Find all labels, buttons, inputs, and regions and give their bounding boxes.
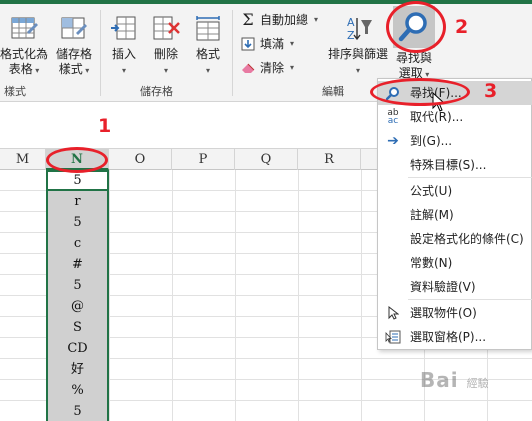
table-cell[interactable]: 5 xyxy=(46,212,109,233)
menu-item-label: 特殊目標(S)... xyxy=(410,158,487,172)
autosum-label: 自動加總 xyxy=(260,13,309,27)
menu-item-conditional-formatting[interactable]: 設定格式化的條件(C) xyxy=(378,227,532,251)
format-cells-icon xyxy=(196,16,220,41)
find-select-menu: 尋找(F)... ab ac 取代(R)... ➔ 到(G)... 特殊目標(S)… xyxy=(377,78,532,350)
menu-item-label: 註解(M) xyxy=(410,208,454,222)
sort-filter-icon: A Z xyxy=(347,16,372,42)
table-cell[interactable]: @ xyxy=(46,296,109,317)
replace-icon: ab ac xyxy=(387,108,399,126)
table-cell[interactable]: # xyxy=(46,254,109,275)
menu-item-go-to-special[interactable]: 特殊目標(S)... xyxy=(378,153,532,177)
table-cell[interactable]: S xyxy=(46,317,109,338)
table-cell[interactable]: 5 xyxy=(46,275,109,296)
column-header-o[interactable]: O xyxy=(109,149,172,170)
insert-button[interactable]: 插入 ▾ xyxy=(106,14,142,78)
annotation-number-1: 1 xyxy=(98,115,112,137)
cell-styles-icon xyxy=(61,17,87,39)
chevron-down-icon: ▾ xyxy=(355,66,360,75)
cells-group-label: 儲存格 xyxy=(140,85,173,98)
svg-text:A: A xyxy=(347,16,355,29)
menu-item-selection-pane[interactable]: 選取窗格(P)... xyxy=(378,325,532,349)
menu-item-label: 取代(R)... xyxy=(410,110,464,124)
group-divider xyxy=(100,10,101,96)
watermark-subtext: 經驗 xyxy=(466,377,489,390)
annotation-ring-column xyxy=(46,147,108,173)
eraser-icon xyxy=(240,60,256,76)
menu-item-data-validation[interactable]: 資料驗證(V) xyxy=(378,275,532,299)
table-cell[interactable]: 5 xyxy=(46,401,109,421)
chevron-down-icon: ▾ xyxy=(290,63,295,72)
insert-cells-icon xyxy=(111,16,136,40)
menu-item-constants[interactable]: 常數(N) xyxy=(378,251,532,275)
table-cell[interactable]: r xyxy=(46,191,109,212)
menu-item-comments[interactable]: 註解(M) xyxy=(378,203,532,227)
delete-label: 刪除 xyxy=(153,47,178,61)
menu-item-label: 選取物件(O) xyxy=(410,306,477,320)
table-cell[interactable]: % xyxy=(46,380,109,401)
menu-item-select-objects[interactable]: 選取物件(O) xyxy=(378,301,532,325)
annotation-number-3: 3 xyxy=(484,80,498,102)
menu-item-formulas[interactable]: 公式(U) xyxy=(378,179,532,203)
ribbon-accent-bar xyxy=(0,0,532,4)
menu-item-label: 常數(N) xyxy=(410,256,453,270)
table-cell[interactable]: 好 xyxy=(46,359,109,380)
menu-item-replace[interactable]: ab ac 取代(R)... xyxy=(378,105,532,129)
go-to-arrow-icon: ➔ xyxy=(387,133,399,149)
sigma-icon: Σ xyxy=(242,10,254,29)
watermark-text: Bai xyxy=(420,368,459,392)
clear-button[interactable]: 清除 ▾ xyxy=(240,58,294,78)
column-header-p[interactable]: P xyxy=(172,149,235,170)
insert-label: 插入 xyxy=(111,47,136,61)
table-cell[interactable]: c xyxy=(46,233,109,254)
menu-item-label: 選取窗格(P)... xyxy=(410,330,487,344)
chevron-down-icon: ▾ xyxy=(121,66,126,75)
fill-down-icon xyxy=(240,36,256,52)
format-as-table-label: 格式化為 表格 xyxy=(0,47,49,76)
format-button[interactable]: 格式 ▾ xyxy=(190,14,226,78)
menu-divider xyxy=(408,299,532,300)
format-label: 格式 xyxy=(195,47,220,61)
cell-styles-button[interactable]: 儲存格 樣式 ▾ xyxy=(50,14,98,78)
styles-group-label: 樣式 xyxy=(4,85,26,98)
menu-item-label: 資料驗證(V) xyxy=(410,280,476,294)
menu-divider xyxy=(408,177,532,178)
delete-cells-icon xyxy=(153,16,180,40)
menu-item-label: 設定格式化的條件(C) xyxy=(410,232,524,246)
group-divider xyxy=(232,10,233,96)
delete-button[interactable]: 刪除 ▾ xyxy=(148,14,184,78)
chevron-down-icon: ▾ xyxy=(82,66,90,75)
annotation-number-2: 2 xyxy=(455,16,469,38)
fill-button[interactable]: 填滿 ▾ xyxy=(240,34,294,54)
menu-item-label: 到(G)... xyxy=(410,134,453,148)
column-header-r[interactable]: R xyxy=(298,149,361,170)
column-header-q[interactable]: Q xyxy=(235,149,298,170)
chevron-down-icon: ▾ xyxy=(32,66,40,75)
annotation-ring-find-item xyxy=(370,78,470,106)
format-as-table-icon xyxy=(11,17,38,39)
sort-filter-label: 排序與篩選 xyxy=(327,47,388,61)
sort-filter-button[interactable]: A Z 排序與篩選 ▾ xyxy=(326,14,390,78)
menu-item-label: 公式(U) xyxy=(410,184,453,198)
clear-label: 清除 xyxy=(260,61,285,75)
selection-pane-icon xyxy=(385,329,401,345)
select-objects-icon xyxy=(385,305,401,321)
editing-group-label: 編輯 xyxy=(322,85,344,98)
chevron-down-icon: ▾ xyxy=(163,66,168,75)
column-header-m[interactable]: M xyxy=(0,149,46,170)
chevron-down-icon: ▾ xyxy=(205,66,210,75)
chevron-down-icon: ▾ xyxy=(290,39,295,48)
table-cell[interactable]: CD xyxy=(46,338,109,359)
active-cell[interactable]: 5 xyxy=(46,170,109,191)
fill-label: 填滿 xyxy=(260,37,285,51)
format-as-table-button[interactable]: 格式化為 表格 ▾ xyxy=(0,14,48,78)
watermark-logo: Bai 經驗 xyxy=(420,368,489,392)
autosum-button[interactable]: Σ 自動加總 ▾ xyxy=(240,10,318,30)
annotation-ring-find-button xyxy=(386,1,446,53)
menu-item-go-to[interactable]: ➔ 到(G)... xyxy=(378,129,532,153)
chevron-down-icon: ▾ xyxy=(314,15,319,24)
